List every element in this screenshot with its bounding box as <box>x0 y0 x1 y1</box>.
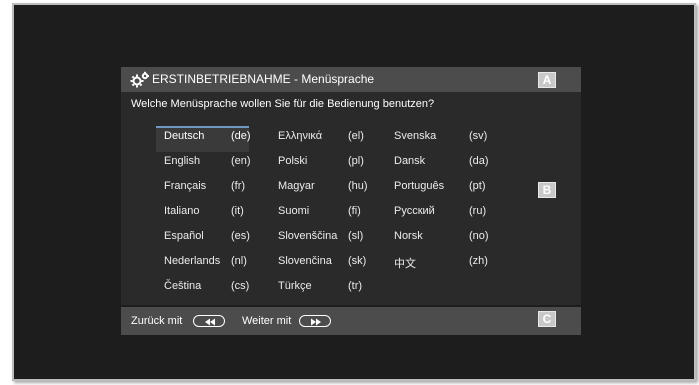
language-code: (da) <box>469 155 489 167</box>
language-option-ru[interactable]: Русский (ru) <box>386 201 496 225</box>
language-name: 中文 <box>394 258 416 270</box>
menu-title: ERSTINBETRIEBNAHME - Menüsprache <box>152 72 375 86</box>
language-option-pt[interactable]: Português (pt) <box>386 176 496 200</box>
language-code: (tr) <box>348 280 363 292</box>
language-code: (de) <box>231 130 251 142</box>
language-option-en[interactable]: English (en) <box>156 151 251 175</box>
language-code: (es) <box>231 230 250 242</box>
language-name: Svenska <box>394 130 437 142</box>
next-hint: Weiter mit <box>242 315 292 327</box>
language-question: Welche Menüsprache wollen Sie für die Be… <box>131 98 435 110</box>
language-code: (fi) <box>348 205 361 217</box>
settings-gears-icon <box>129 71 151 89</box>
tv-screen: ERSTINBETRIEBNAHME - Menüsprache A Welch… <box>12 3 696 381</box>
language-code: (sk) <box>348 255 367 267</box>
menu-footer-bar: Zurück mit Weiter mit <box>121 307 581 335</box>
language-name: Español <box>164 230 204 242</box>
language-code: (no) <box>469 230 489 242</box>
language-option-hu[interactable]: Magyar (hu) <box>270 176 370 200</box>
language-name: English <box>164 155 201 167</box>
language-option-sk[interactable]: Slovenčina (sk) <box>270 251 370 275</box>
language-option-sv[interactable]: Svenska (sv) <box>386 126 496 150</box>
language-name: Türkçe <box>278 280 312 292</box>
language-name: Čeština <box>164 280 202 292</box>
language-code: (sl) <box>348 230 364 242</box>
language-name: Norsk <box>394 230 423 242</box>
language-code: (cs) <box>231 280 250 292</box>
language-code: (pt) <box>469 180 486 192</box>
language-option-da[interactable]: Dansk (da) <box>386 151 496 175</box>
language-name: Italiano <box>164 205 200 217</box>
language-code: (it) <box>231 205 244 217</box>
marker-b: B <box>538 182 556 198</box>
language-option-fi[interactable]: Suomi (fi) <box>270 201 370 225</box>
language-option-tr[interactable]: Türkçe (tr) <box>270 276 370 300</box>
language-name: Ελληνικά <box>278 130 323 142</box>
fast-forward-icon[interactable] <box>299 315 331 327</box>
language-option-el[interactable]: Ελληνικά (el) <box>270 126 370 150</box>
language-name: Deutsch <box>164 130 205 142</box>
language-option-fr[interactable]: Français (fr) <box>156 176 249 200</box>
language-code: (hu) <box>348 180 368 192</box>
language-menu-panel: ERSTINBETRIEBNAHME - Menüsprache A Welch… <box>121 67 581 335</box>
language-name: Slovenčina <box>278 255 332 267</box>
language-code: (fr) <box>231 180 246 192</box>
language-code: (zh) <box>469 255 488 267</box>
language-name: Polski <box>278 155 308 167</box>
language-code: (sv) <box>469 130 488 142</box>
language-code: (ru) <box>469 205 487 217</box>
language-code: (nl) <box>231 255 247 267</box>
language-option-de[interactable]: Deutsch (de) <box>156 126 251 152</box>
marker-a: A <box>538 72 556 88</box>
language-option-zh[interactable]: 中文 (zh) <box>386 251 496 275</box>
language-option-sl[interactable]: Slovenščina (sl) <box>270 226 370 250</box>
language-name: Dansk <box>394 155 426 167</box>
language-option-it[interactable]: Italiano (it) <box>156 201 249 225</box>
language-name: Magyar <box>278 180 315 192</box>
language-option-cs[interactable]: Čeština (cs) <box>156 276 249 300</box>
rewind-icon[interactable] <box>193 315 225 327</box>
language-code: (en) <box>231 155 251 167</box>
language-option-nl[interactable]: Nederlands (nl) <box>156 251 249 275</box>
language-code: (pl) <box>348 155 364 167</box>
menu-title-bar: ERSTINBETRIEBNAHME - Menüsprache A <box>121 67 581 92</box>
language-name: Русский <box>394 205 435 217</box>
language-code: (el) <box>348 130 364 142</box>
language-option-pl[interactable]: Polski (pl) <box>270 151 370 175</box>
language-name: Français <box>164 180 207 192</box>
language-name: Português <box>394 180 445 192</box>
language-option-es[interactable]: Español (es) <box>156 226 250 250</box>
language-option-no[interactable]: Norsk (no) <box>386 226 496 250</box>
back-hint: Zurück mit <box>131 315 183 327</box>
language-name: Nederlands <box>164 255 221 267</box>
language-name: Slovenščina <box>278 230 338 242</box>
language-name: Suomi <box>278 205 310 217</box>
marker-c: C <box>538 311 556 327</box>
